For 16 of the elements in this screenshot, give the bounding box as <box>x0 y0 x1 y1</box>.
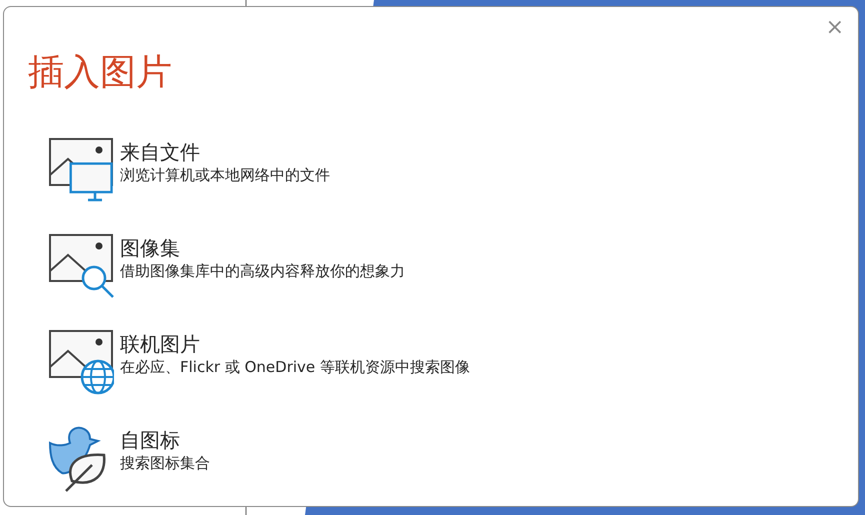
insert-option[interactable]: 自图标 搜索图标集合 <box>48 425 858 491</box>
insert-option[interactable]: 联机图片 在必应、Flickr 或 OneDrive 等联机资源中搜索图像 <box>48 329 858 395</box>
option-title: 来自文件 <box>120 139 201 165</box>
option-description: 浏览计算机或本地网络中的文件 <box>120 165 330 185</box>
option-title: 联机图片 <box>120 331 201 357</box>
option-description: 搜索图标集合 <box>120 453 210 473</box>
option-description: 在必应、Flickr 或 OneDrive 等联机资源中搜索图像 <box>120 357 470 377</box>
option-description: 借助图像集库中的高级内容释放你的想象力 <box>120 261 405 281</box>
insert-option[interactable]: 来自文件 浏览计算机或本地网络中的文件 <box>48 137 858 203</box>
picture-search-icon <box>48 233 114 299</box>
option-title: 自图标 <box>120 427 181 453</box>
picture-globe-icon <box>48 329 114 395</box>
picture-monitor-icon <box>48 137 114 203</box>
option-title: 图像集 <box>120 235 181 261</box>
dialog-title: 插入图片 <box>28 51 173 95</box>
insert-option[interactable]: 图像集 借助图像集库中的高级内容释放你的想象力 <box>48 233 858 299</box>
